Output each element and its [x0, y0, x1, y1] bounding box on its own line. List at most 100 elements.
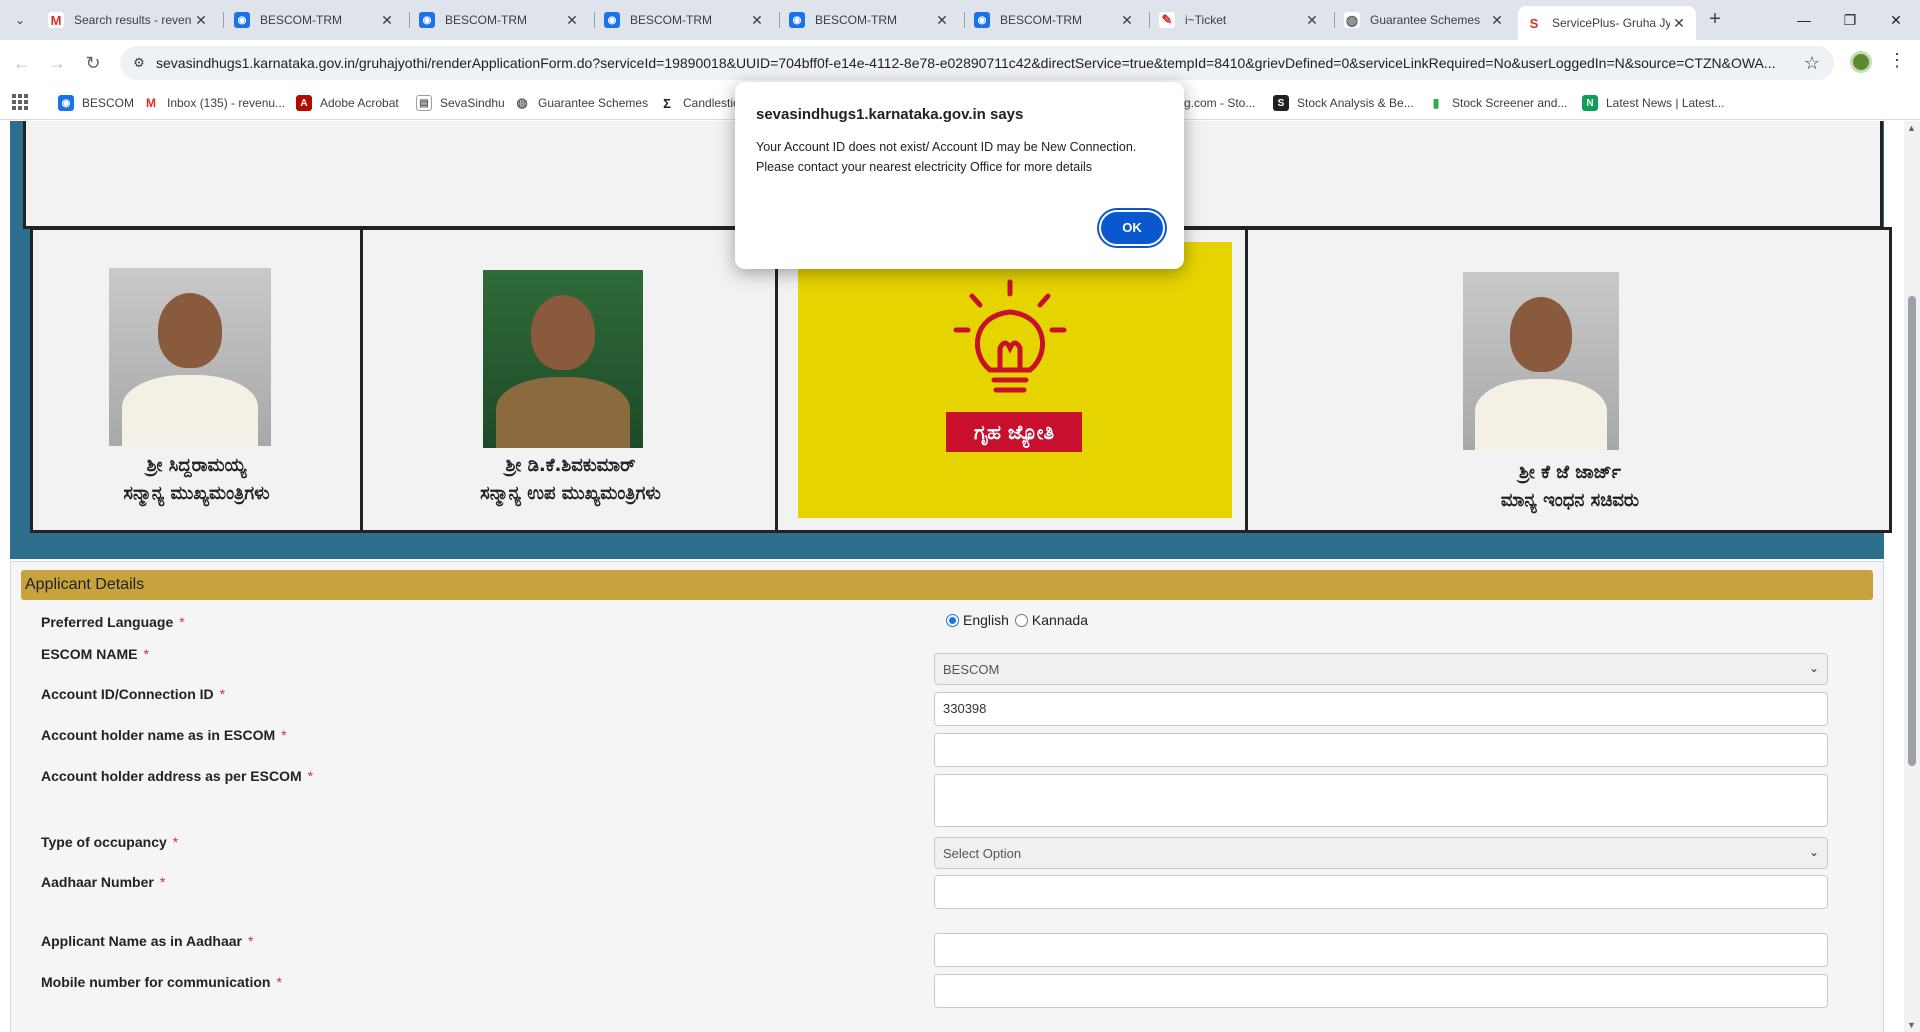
more-menu-icon[interactable]: ⋮	[1888, 50, 1906, 71]
tab-guarantee-schemes[interactable]: ◍ Guarantee Schemes ✕	[1336, 4, 1514, 36]
tab-serviceplus[interactable]: S ServicePlus- Gruha Jy ✕	[1518, 6, 1696, 40]
gmail-icon: M	[143, 95, 159, 111]
new-tab-button[interactable]: +	[1703, 8, 1727, 32]
close-icon[interactable]: ✕	[563, 12, 581, 29]
stock-analysis-icon: S	[1273, 95, 1289, 111]
profile-avatar[interactable]	[1850, 51, 1872, 73]
iticket-icon: ✎	[1159, 12, 1175, 28]
reload-button[interactable]: ↻	[79, 49, 107, 77]
preferred-language-label: Preferred Language *	[41, 614, 185, 630]
bookmark-latest-news[interactable]: N Latest News | Latest...	[1582, 93, 1725, 113]
account-id-label: Account ID/Connection ID *	[41, 686, 226, 702]
bescom-icon: ◉	[234, 12, 250, 28]
ok-button[interactable]: OK	[1099, 210, 1165, 246]
chevron-down-icon: ⌄	[1808, 661, 1819, 675]
alert-dialog: sevasindhugs1.karnataka.gov.in says Your…	[735, 82, 1184, 269]
close-icon[interactable]: ✕	[1488, 12, 1506, 29]
kannada-radio[interactable]	[1014, 613, 1028, 627]
close-icon[interactable]: ✕	[933, 12, 951, 29]
tab-iticket[interactable]: ✎ i~Ticket ✕	[1151, 4, 1329, 36]
tab-search-results[interactable]: M Search results - revenue ✕	[40, 4, 218, 36]
close-icon[interactable]: ✕	[192, 12, 210, 29]
url-text[interactable]: sevasindhugs1.karnataka.gov.in/gruhajyot…	[156, 55, 1796, 71]
sigma-icon: Σ	[659, 95, 675, 111]
portrait-cell-cm: ಶ್ರೀ ಸಿದ್ದರಾಮಯ್ಯ ಸನ್ಮಾನ್ಯ ಮುಖ್ಯಮಂತ್ರಿಗಳು	[33, 230, 363, 530]
bescom-icon: ◉	[58, 95, 74, 111]
tab-bescom-3[interactable]: ◉ BESCOM-TRM ✕	[596, 4, 774, 36]
mobile-label: Mobile number for communication *	[41, 974, 282, 990]
tab-search-icon[interactable]: ⌄	[8, 8, 32, 32]
logo-label: ಗೃಹ ಜ್ಯೋತಿ	[946, 412, 1082, 452]
bookmark-stock-screener[interactable]: ▮ Stock Screener and...	[1428, 93, 1567, 113]
tab-bescom-1[interactable]: ◉ BESCOM-TRM ✕	[226, 4, 404, 36]
portrait-photo	[109, 268, 271, 446]
dialog-title: sevasindhugs1.karnataka.gov.in says	[756, 106, 1024, 123]
restore-button[interactable]: ❐	[1828, 6, 1872, 34]
close-icon[interactable]: ✕	[748, 12, 766, 29]
bescom-icon: ◉	[419, 12, 435, 28]
bookmark-stock-site[interactable]: g.com - Sto...	[1184, 93, 1255, 113]
page-scrollbar[interactable]: ▲ ▼	[1904, 121, 1920, 1032]
tab-strip: ⌄ M Search results - revenue ✕ ◉ BESCOM-…	[0, 0, 1920, 40]
mobile-input[interactable]	[934, 974, 1828, 1008]
news-icon: N	[1582, 95, 1598, 111]
address-bar[interactable]: ⚙ sevasindhugs1.karnataka.gov.in/gruhajy…	[120, 46, 1834, 80]
light-bulb-icon	[953, 279, 1067, 393]
escom-select[interactable]: BESCOM ⌄	[934, 653, 1828, 685]
bescom-icon: ◉	[789, 12, 805, 28]
portrait-cell-minister: ಶ್ರೀ ಕೆ ಜೆ ಜಾರ್ಜ್ ಮಾನ್ಯ ಇಂಧನ ಸಚಿವರು	[1251, 230, 1889, 530]
portrait-photo	[1463, 272, 1619, 450]
gruha-jyothi-logo-cell: ಗೃಹ ಜ್ಯೋತಿ	[781, 230, 1248, 530]
close-icon[interactable]: ✕	[1303, 12, 1321, 29]
applicant-name-input[interactable]	[934, 933, 1828, 967]
gmail-icon: M	[48, 12, 64, 28]
dialog-message: Your Account ID does not exist/ Account …	[756, 140, 1137, 174]
preferred-language-radio-group: English Kannada	[946, 612, 1088, 628]
bookmark-sevasindhu[interactable]: ▤ SevaSindhu	[416, 93, 505, 113]
scrollbar-thumb[interactable]	[1908, 296, 1916, 766]
applicant-form: Applicant Details Preferred Language * En…	[10, 561, 1884, 1032]
occupancy-select[interactable]: Select Option ⌄	[934, 837, 1828, 869]
bookmark-candlestick[interactable]: Σ Candlestic	[659, 93, 739, 113]
browser-toolbar: ← → ↻ ⚙ sevasindhugs1.karnataka.gov.in/g…	[0, 40, 1920, 86]
bookmark-guarantee-schemes[interactable]: ◍ Guarantee Schemes	[514, 93, 648, 113]
english-radio[interactable]	[946, 613, 959, 627]
bookmark-inbox[interactable]: M Inbox (135) - revenu...	[143, 93, 285, 113]
site-info-icon[interactable]: ⚙	[130, 54, 148, 72]
bookmark-adobe-acrobat[interactable]: A Adobe Acrobat	[296, 93, 399, 113]
holder-name-label: Account holder name as in ESCOM *	[41, 727, 287, 743]
account-id-input[interactable]: 330398	[934, 692, 1828, 726]
serviceplus-icon: S	[1526, 15, 1542, 31]
tab-bescom-2[interactable]: ◉ BESCOM-TRM ✕	[411, 4, 589, 36]
portrait-cell-dcm: ಶ್ರೀ ಡಿ.ಕೆ.ಶಿವಕುಮಾರ್ ಸನ್ಮಾನ್ಯ ಉಪ ಮುಖ್ಯಮಂ…	[366, 230, 778, 530]
tab-bescom-5[interactable]: ◉ BESCOM-TRM ✕	[966, 4, 1144, 36]
holder-address-textarea[interactable]	[934, 774, 1828, 827]
bookmark-star-icon[interactable]: ☆	[1804, 53, 1820, 74]
tab-bescom-4[interactable]: ◉ BESCOM-TRM ✕	[781, 4, 959, 36]
globe-icon: ◍	[1344, 11, 1360, 28]
close-icon[interactable]: ✕	[1670, 15, 1688, 32]
applicant-name-label: Applicant Name as in Aadhaar *	[41, 933, 254, 949]
adobe-icon: A	[296, 95, 312, 111]
aadhaar-input[interactable]	[934, 875, 1828, 909]
aadhaar-label: Aadhaar Number *	[41, 874, 166, 890]
portrait-photo	[483, 270, 643, 448]
forward-button[interactable]: →	[43, 49, 71, 77]
chevron-down-icon: ⌄	[1808, 845, 1819, 859]
bescom-icon: ◉	[974, 12, 990, 28]
close-icon[interactable]: ✕	[378, 12, 396, 29]
occupancy-label: Type of occupancy *	[41, 834, 179, 850]
holder-name-input[interactable]	[934, 733, 1828, 767]
window-close-button[interactable]: ✕	[1874, 6, 1918, 34]
portrait-row: ಶ್ರೀ ಸಿದ್ದರಾಮಯ್ಯ ಸನ್ಮಾನ್ಯ ಮುಖ್ಯಮಂತ್ರಿಗಳು…	[30, 227, 1892, 533]
back-button[interactable]: ←	[8, 49, 36, 77]
scroll-up-icon[interactable]: ▲	[1907, 123, 1916, 133]
globe-icon: ◍	[514, 95, 530, 111]
page-icon: ▤	[416, 95, 432, 111]
close-icon[interactable]: ✕	[1118, 12, 1136, 29]
bookmark-stock-analysis[interactable]: S Stock Analysis & Be...	[1273, 93, 1414, 113]
minimize-button[interactable]: —	[1782, 6, 1826, 34]
scroll-down-icon[interactable]: ▼	[1907, 1020, 1916, 1030]
bookmark-bescom[interactable]: ◉ BESCOM	[58, 93, 134, 113]
apps-grid-icon[interactable]	[12, 94, 28, 110]
